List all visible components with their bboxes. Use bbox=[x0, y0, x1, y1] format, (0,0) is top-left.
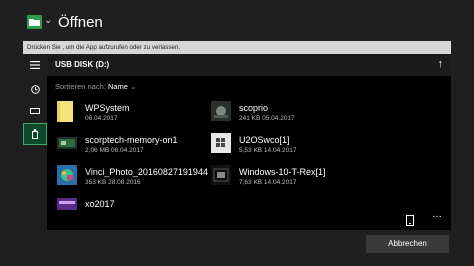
item-meta: 353 KB 28.08.2016 bbox=[85, 179, 141, 186]
sort-control[interactable]: Sortieren nach: Name ⌄ bbox=[55, 82, 136, 91]
location-header: USB DISK (D:) ↑ bbox=[47, 54, 451, 76]
item-meta: 7,63 KB 14.04.2017 bbox=[239, 179, 297, 186]
image-thumbnail-icon bbox=[57, 133, 77, 153]
list-item[interactable]: U2OSwco[1] 5,53 KB 14.04.2017 bbox=[211, 131, 411, 159]
recent-clock-icon[interactable] bbox=[23, 78, 47, 100]
item-meta: 241 KB 05.04.2017 bbox=[239, 115, 295, 122]
list-item[interactable]: Windows-10-T-Rex[1] 7,63 KB 14.04.2017 bbox=[211, 163, 411, 191]
item-name: Windows-10-T-Rex[1] bbox=[239, 167, 326, 177]
page-title: Öffnen bbox=[58, 14, 103, 31]
chevron-down-icon: ⌄ bbox=[130, 82, 137, 91]
item-name: Vinci_Photo_20160827191944 bbox=[85, 167, 208, 177]
file-picker-panel: USB DISK (D:) ↑ Sortieren nach: Name ⌄ W… bbox=[23, 54, 451, 230]
item-meta: 5,53 KB 14.04.2017 bbox=[239, 147, 297, 154]
image-thumbnail-icon bbox=[211, 165, 231, 185]
item-name: scoprio bbox=[239, 103, 269, 113]
sort-value: Name bbox=[107, 82, 128, 91]
bottom-command-bar: ··· bbox=[23, 210, 451, 230]
cancel-button[interactable]: Abbrechen bbox=[366, 235, 449, 253]
tablet-view-icon[interactable] bbox=[406, 213, 414, 231]
folder-icon bbox=[57, 101, 77, 122]
list-item[interactable]: scorptech-memory-on1 2,06 MB 06.04.2017 bbox=[57, 131, 207, 159]
title-bar: ⌄ Öffnen bbox=[0, 0, 474, 42]
item-meta: 06.04.2017 bbox=[85, 115, 118, 122]
folder-app-icon[interactable] bbox=[27, 15, 42, 29]
item-name: scorptech-memory-on1 bbox=[85, 135, 178, 145]
up-arrow-icon[interactable]: ↑ bbox=[438, 58, 444, 70]
list-item[interactable]: scoprio 241 KB 05.04.2017 bbox=[211, 99, 411, 127]
device-drive-icon[interactable] bbox=[23, 100, 47, 122]
image-thumbnail-icon bbox=[57, 165, 77, 185]
hamburger-menu-icon[interactable] bbox=[23, 54, 47, 76]
image-thumbnail-icon bbox=[211, 133, 231, 153]
location-label: USB DISK (D:) bbox=[55, 60, 110, 69]
item-meta: 2,06 MB 06.04.2017 bbox=[85, 147, 144, 154]
item-name: U2OSwco[1] bbox=[239, 135, 290, 145]
sort-label: Sortieren nach: bbox=[55, 82, 106, 91]
hint-bar: Drücken Sie , um die App aufzurufen oder… bbox=[23, 41, 451, 54]
image-thumbnail-icon bbox=[211, 101, 231, 121]
chevron-down-icon[interactable]: ⌄ bbox=[44, 15, 52, 26]
list-item[interactable]: WPSystem 06.04.2017 bbox=[57, 99, 207, 127]
usb-drive-icon[interactable] bbox=[23, 123, 47, 145]
more-options-icon[interactable]: ··· bbox=[432, 211, 442, 222]
list-item[interactable]: Vinci_Photo_20160827191944 353 KB 28.08.… bbox=[57, 163, 208, 191]
item-name: WPSystem bbox=[85, 103, 130, 113]
navigation-rail bbox=[23, 54, 47, 230]
item-name: xo2017 bbox=[85, 199, 115, 209]
